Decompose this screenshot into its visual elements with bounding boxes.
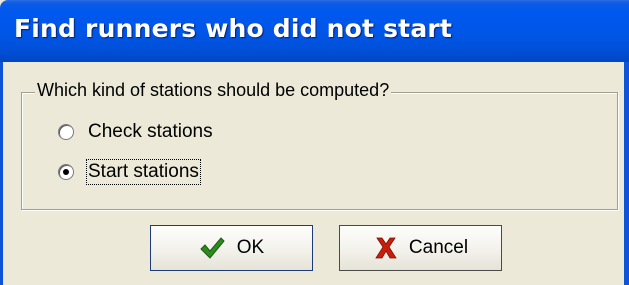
ok-button-label: OK [236,237,265,258]
window-border-left [0,62,3,285]
radio-start-stations[interactable]: Start stations [58,159,201,185]
radio-button-start-stations[interactable] [58,164,74,180]
groupbox-legend: Which kind of stations should be compute… [35,80,392,101]
station-kind-groupbox [21,92,618,210]
red-x-icon [375,237,397,259]
window-border-right [624,62,629,285]
radio-selected-dot [63,169,69,175]
cancel-button[interactable]: Cancel [339,225,502,271]
cancel-button-label: Cancel [408,237,469,258]
checkmark-icon [200,237,225,259]
dialog-title: Find runners who did not start [14,14,453,43]
radio-label-check-stations[interactable]: Check stations [88,121,213,143]
dialog-window: Find runners who did not start Which kin… [0,0,629,285]
radio-button-check-stations[interactable] [58,124,74,140]
title-bar[interactable]: Find runners who did not start [0,0,629,62]
radio-check-stations[interactable]: Check stations [58,120,213,144]
ok-button[interactable]: OK [150,225,313,271]
radio-label-start-stations[interactable]: Start stations [86,159,201,185]
